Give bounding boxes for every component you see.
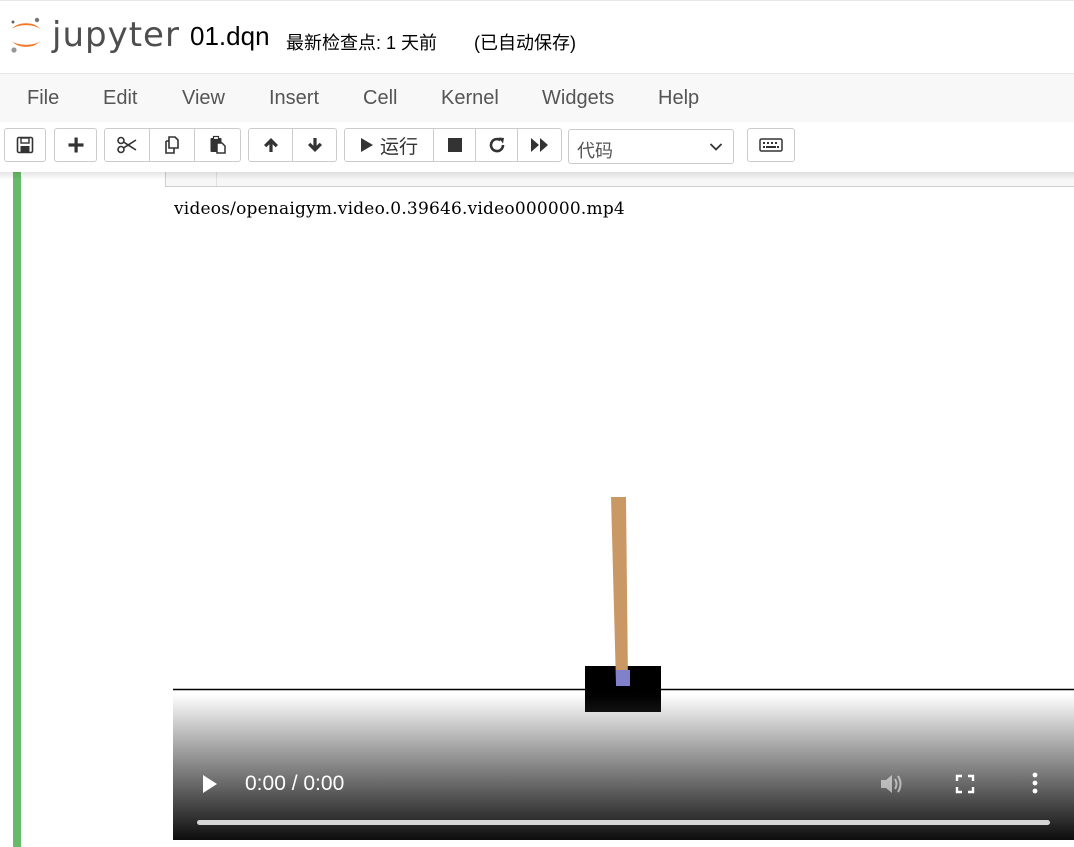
save-icon <box>16 136 34 154</box>
chevron-down-icon <box>709 143 723 151</box>
copy-button[interactable] <box>149 128 195 162</box>
menu-widgets[interactable]: Widgets <box>542 87 614 110</box>
keyboard-icon <box>759 138 783 152</box>
paste-icon <box>210 135 226 154</box>
plus-icon <box>68 137 83 153</box>
menu-file[interactable]: File <box>27 87 59 110</box>
video-progress-bar[interactable] <box>197 820 1050 825</box>
command-palette-button[interactable] <box>747 128 795 162</box>
jupyter-logo[interactable]: jupyter <box>8 13 180 61</box>
menu-help[interactable]: Help <box>658 87 699 110</box>
cut-button[interactable] <box>104 128 150 162</box>
pole-axle <box>616 670 630 686</box>
move-up-button[interactable] <box>248 128 293 162</box>
scissors-icon <box>117 136 137 154</box>
jupyter-logo-icon <box>11 17 40 53</box>
cell-output-text: videos/openaigym.video.0.39646.video0000… <box>174 199 625 219</box>
save-button[interactable] <box>4 128 46 162</box>
volume-icon[interactable] <box>879 772 905 796</box>
paste-button[interactable] <box>194 128 241 162</box>
run-button[interactable]: 运行 <box>344 128 434 162</box>
restart-icon <box>489 137 504 153</box>
video-time: 0:00 / 0:00 <box>245 772 345 795</box>
run-button-label: 运行 <box>379 136 418 158</box>
cell-type-value: 代码 <box>577 141 613 161</box>
video-player[interactable]: 0:00 / 0:00 <box>173 240 1074 840</box>
stop-icon <box>447 138 462 152</box>
arrow-down-icon <box>307 138 322 152</box>
logo-text: jupyter <box>52 15 180 55</box>
notebook-name[interactable]: 01.dqn <box>190 21 270 52</box>
selected-cell-indicator <box>13 172 21 847</box>
arrow-up-icon <box>263 138 278 152</box>
menu-view[interactable]: View <box>182 87 225 110</box>
play-icon[interactable] <box>201 774 219 794</box>
copy-icon <box>165 136 179 154</box>
fullscreen-icon[interactable] <box>955 774 975 794</box>
main-toolbar: 运行 代码 <box>0 122 1074 172</box>
menu-edit[interactable]: Edit <box>103 87 137 110</box>
more-options-icon[interactable] <box>1031 772 1039 794</box>
menu-cell[interactable]: Cell <box>363 87 397 110</box>
notebook-container: videos/openaigym.video.0.39646.video0000… <box>0 172 1074 847</box>
checkpoint-status: 最新检查点: 1 天前 <box>286 33 438 53</box>
autosave-status: (已自动保存) <box>474 33 576 53</box>
cell-type-select[interactable]: 代码 <box>568 129 734 164</box>
toolbar-shadow <box>0 172 1074 180</box>
notebook-header: jupyter 01.dqn 最新检查点: 1 天前 (已自动保存) <box>0 0 1074 73</box>
run-all-button[interactable] <box>517 128 562 162</box>
menu-kernel[interactable]: Kernel <box>441 87 499 110</box>
play-icon <box>360 138 373 152</box>
insert-cell-button[interactable] <box>54 128 97 162</box>
interrupt-kernel-button[interactable] <box>433 128 476 162</box>
fast-forward-icon <box>530 138 548 152</box>
menubar: File Edit View Insert Cell Kernel Widget… <box>0 73 1074 123</box>
restart-kernel-button[interactable] <box>475 128 518 162</box>
video-controls: 0:00 / 0:00 <box>173 694 1074 840</box>
menu-insert[interactable]: Insert <box>269 87 319 110</box>
move-down-button[interactable] <box>292 128 337 162</box>
